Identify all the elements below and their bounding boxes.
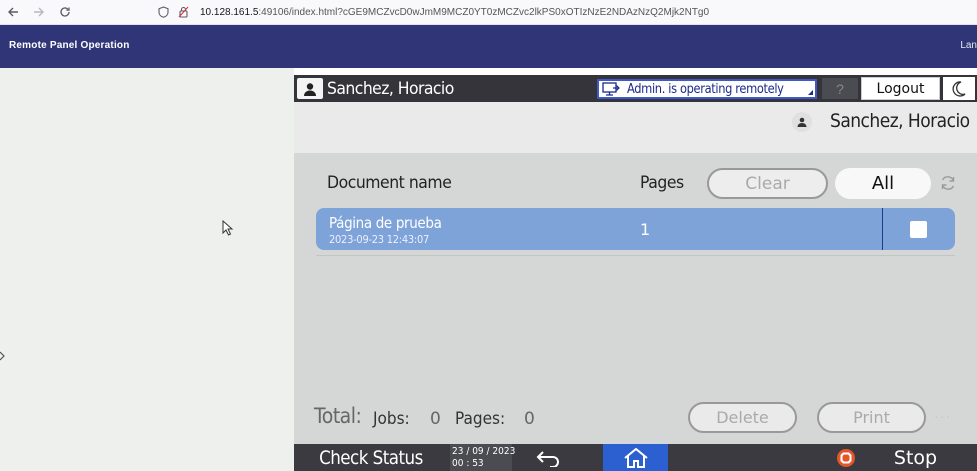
more-icon[interactable]: ···: [934, 408, 951, 424]
date-time-display: 23 / 09 / 2023 00 : 53: [450, 444, 516, 471]
moon-icon[interactable]: [943, 77, 975, 100]
shield-icon: [156, 5, 170, 19]
app-header: Remote Panel Operation Lan: [0, 25, 977, 68]
browser-toolbar: 10.128.161.5:49106/index.html?cGE9MCZvcD…: [0, 0, 977, 25]
home-icon[interactable]: [603, 444, 668, 471]
address-bar[interactable]: 10.128.161.5:49106/index.html?cGE9MCZvcD…: [156, 5, 709, 19]
device-bottom-bar: Check Status 23 / 09 / 2023 00 : 53 Stop: [294, 444, 977, 471]
forward-arrow-icon[interactable]: [26, 0, 52, 25]
print-button[interactable]: Print: [817, 402, 926, 433]
jobs-label: Jobs:: [373, 409, 410, 429]
row-separator: [316, 255, 955, 256]
logout-button[interactable]: Logout: [861, 77, 940, 100]
jobs-count: 0: [430, 409, 441, 429]
user-name: Sanchez, Horacio: [830, 110, 970, 132]
back-arrow-icon[interactable]: [0, 0, 26, 25]
total-label: Total:: [314, 404, 362, 428]
url-text[interactable]: 10.128.161.5:49106/index.html?cGE9MCZvcD…: [200, 7, 709, 18]
table-row[interactable]: Página de prueba 2023-09-23 12:43:07 1: [316, 208, 955, 250]
column-header-pages: Pages: [640, 173, 684, 193]
device-top-bar: Sanchez, Horacio Admin. is operating rem…: [294, 75, 977, 102]
job-name: Página de prueba: [329, 214, 442, 232]
pages-count: 0: [524, 409, 535, 429]
return-icon[interactable]: [524, 444, 574, 471]
check-status-button[interactable]: Check Status: [294, 444, 448, 471]
time-text: 00 : 53: [452, 458, 484, 469]
device-panel: Sanchez, Horacio Admin. is operating rem…: [294, 75, 977, 471]
column-header-document: Document name: [327, 173, 452, 193]
job-checkbox[interactable]: [910, 221, 927, 238]
date-text: 23 / 09 / 2023: [452, 446, 516, 457]
select-all-button[interactable]: All: [835, 168, 931, 199]
job-datetime: 2023-09-23 12:43:07: [329, 233, 430, 246]
admin-status-indicator[interactable]: Admin. is operating remotely: [597, 79, 817, 99]
corner-marker-icon: [808, 90, 813, 95]
reload-icon[interactable]: [52, 0, 78, 25]
logged-in-user: Sanchez, Horacio: [327, 79, 454, 99]
help-button[interactable]: ?: [822, 78, 858, 99]
stop-button[interactable]: Stop: [869, 444, 962, 471]
user-strip: Sanchez, Horacio: [294, 102, 977, 153]
lock-icon[interactable]: [176, 5, 190, 19]
job-pages: 1: [640, 220, 651, 239]
refresh-icon[interactable]: [937, 172, 959, 194]
page-title: Remote Panel Operation: [9, 40, 130, 51]
left-pane: [0, 68, 294, 471]
clear-button[interactable]: Clear: [707, 168, 828, 199]
cursor-icon: [222, 219, 234, 236]
monitor-icon: [599, 81, 623, 97]
expand-icon[interactable]: [0, 350, 8, 364]
admin-status-text: Admin. is operating remotely: [627, 81, 784, 97]
stop-icon[interactable]: [822, 444, 869, 471]
user-avatar-icon: [792, 112, 812, 132]
language-menu[interactable]: Lan: [960, 40, 977, 51]
totals-bar: Total: Jobs: 0 Pages: 0 Delete Print ···: [294, 400, 977, 444]
user-icon[interactable]: [297, 78, 323, 99]
delete-button[interactable]: Delete: [688, 402, 797, 433]
row-divider: [882, 208, 883, 250]
pages-label: Pages:: [455, 409, 506, 429]
check-status-label: Check Status: [319, 446, 423, 469]
